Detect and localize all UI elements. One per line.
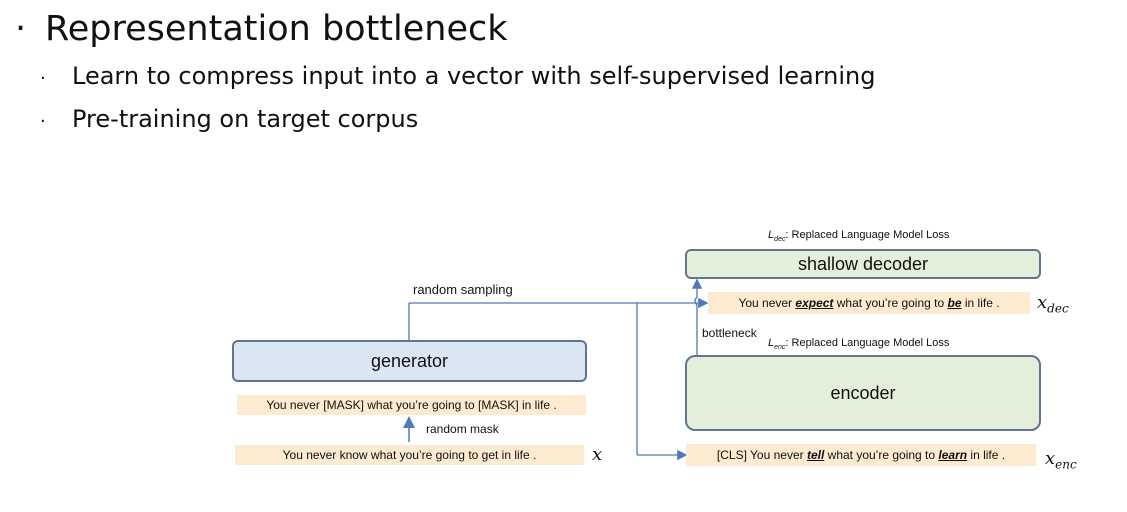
loss-dec-text: : Replaced Language Model Loss	[785, 229, 950, 241]
decoder-label: shallow decoder	[797, 253, 929, 274]
generator-box: generator	[232, 340, 587, 382]
x-dec-label: xdec	[1037, 292, 1069, 316]
dec-sentence-post: in life .	[961, 296, 1000, 310]
dec-sentence-mid: what you’re going to	[833, 296, 948, 310]
enc-sentence-word-1: tell	[806, 448, 825, 462]
loss-enc-subscript: enc	[774, 344, 786, 352]
dec-sentence-pre: You never	[738, 296, 796, 310]
x-label: x	[592, 444, 603, 465]
loss-dec-label: Ldec: Replaced Language Model Loss	[768, 229, 949, 243]
connector-bottleneck	[691, 278, 703, 355]
random-sampling-label: random sampling	[413, 282, 513, 297]
loss-dec-subscript: dec	[774, 236, 786, 244]
generator-label: generator	[370, 350, 449, 371]
enc-sentence: [CLS] You never tell what you’re going t…	[686, 444, 1036, 466]
masked-sentence: You never [MASK] what you’re going to [M…	[237, 395, 586, 415]
random-mask-label: random mask	[426, 422, 499, 436]
original-sentence: You never know what you’re going to get …	[235, 445, 584, 465]
x-dec-base: x	[1037, 292, 1048, 313]
dec-sentence: You never expect what you’re going to be…	[708, 292, 1030, 314]
loss-enc-text: : Replaced Language Model Loss	[785, 337, 950, 349]
enc-sentence-pre: [CLS] You never	[716, 448, 807, 462]
x-dec-sub: dec	[1047, 301, 1069, 316]
enc-sentence-post: in life .	[967, 448, 1006, 462]
decoder-box: shallow decoder	[685, 249, 1041, 279]
dec-sentence-word-2: be	[947, 296, 962, 310]
dec-sentence-word-1: expect	[795, 296, 834, 310]
bottleneck-label: bottleneck	[702, 326, 757, 340]
encoder-box: encoder	[685, 355, 1041, 431]
x-enc-sub: enc	[1055, 457, 1077, 472]
enc-sentence-word-2: learn	[938, 448, 968, 462]
loss-enc-label: Lenc: Replaced Language Model Loss	[768, 337, 949, 351]
x-enc-label: xenc	[1045, 448, 1077, 472]
encoder-label: encoder	[830, 382, 896, 403]
enc-sentence-mid: what you’re going to	[824, 448, 939, 462]
x-enc-base: x	[1045, 448, 1056, 469]
